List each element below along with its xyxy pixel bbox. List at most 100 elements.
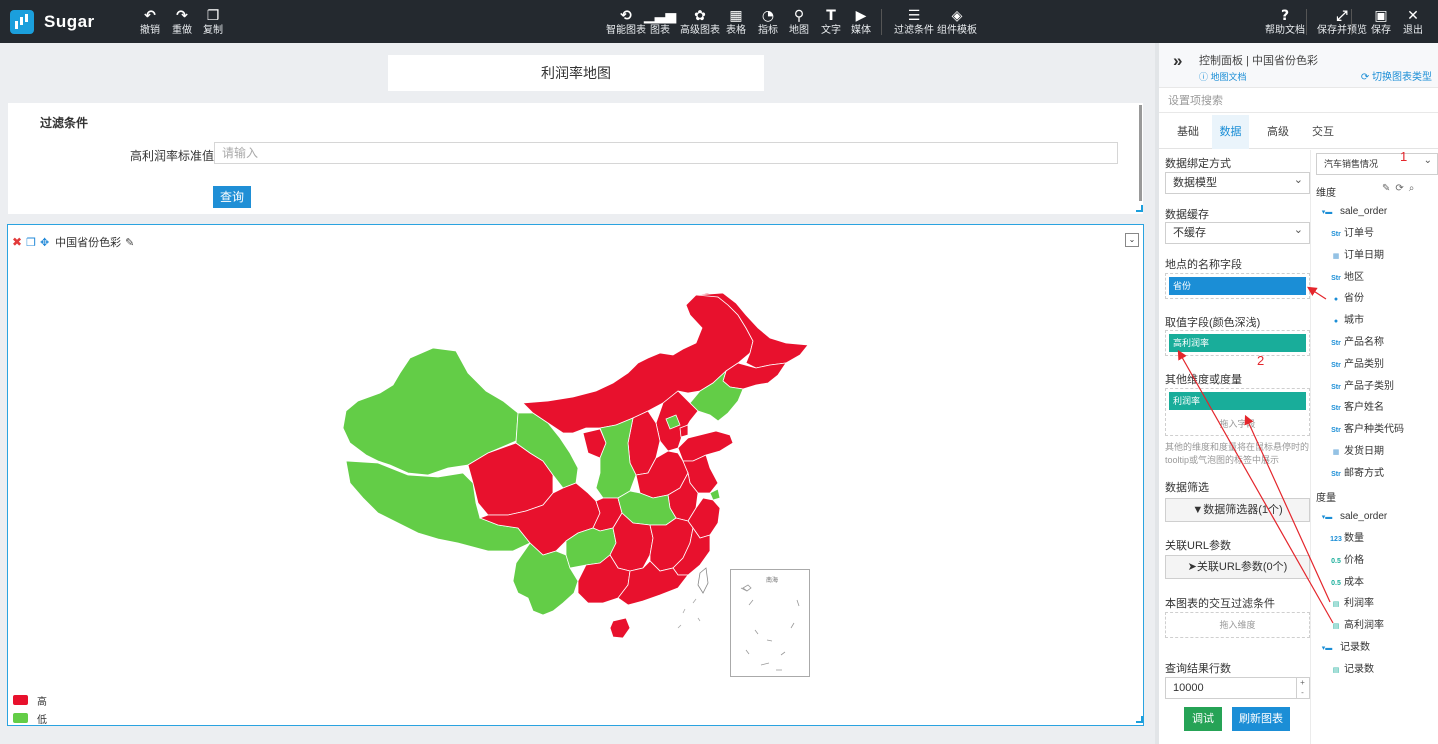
measure-field[interactable]: ▤ 利润率 <box>1330 596 1374 612</box>
switch-chart-type-link[interactable]: ⟳ 切换图表类型 <box>1361 68 1432 83</box>
count-group[interactable]: ▾▬ 记录数 <box>1316 640 1370 656</box>
other-field-hint: 其他的维度和度量将在鼠标悬停时的tooltip或气泡图的标签中展示 <box>1165 442 1310 465</box>
other-field-dropzone[interactable]: 利润率 拖入字段 <box>1165 388 1310 436</box>
resize-handle-icon[interactable] <box>1136 205 1143 212</box>
dimension-field[interactable]: ● 城市 <box>1330 313 1364 329</box>
url-param-button[interactable]: ➤关联URL参数(0个) <box>1165 555 1310 579</box>
calculated-field-icon: ▤ <box>1332 667 1340 674</box>
name-field-dropzone[interactable]: 省份 <box>1165 273 1310 299</box>
filter-panel[interactable]: 过滤条件 高利润率标准值 请输入 查询 <box>8 103 1143 214</box>
template-button[interactable]: ◈ 组件模板 <box>934 7 980 37</box>
legend-item-low[interactable]: 低 <box>13 709 47 727</box>
field-name: 地区 <box>1344 271 1364 283</box>
template-icon: ◈ <box>951 8 963 24</box>
data-filter-button[interactable]: ▼数据筛选器(1个) <box>1165 498 1310 522</box>
toolbar-divider <box>1351 9 1352 35</box>
fullscreen-icon[interactable]: ✥ <box>40 236 49 249</box>
dimension-field[interactable]: ▦ 订单日期 <box>1330 248 1384 264</box>
tab-basic[interactable]: 基础 <box>1177 115 1199 149</box>
map-doc-link[interactable]: ⓘ 地图文档 <box>1199 70 1247 83</box>
chart-menu-dropdown[interactable]: ⌄ <box>1125 233 1139 247</box>
date-type-icon: ▦ <box>1332 449 1340 456</box>
dimension-field[interactable]: Str 邮寄方式 <box>1330 466 1384 482</box>
south-china-sea-inset: 南海 <box>730 569 810 677</box>
measure-field[interactable]: ▤ 高利润率 <box>1330 618 1384 634</box>
measure-field[interactable]: 123 数量 <box>1330 531 1364 547</box>
help-button[interactable]: ? 帮助文档 <box>1259 7 1311 37</box>
bar-chart-button[interactable]: ▁▃▅ 图表 <box>640 7 680 37</box>
dataset-select[interactable]: 汽车销售情况 <box>1316 151 1438 175</box>
globe-icon: ● <box>1333 318 1339 326</box>
toolbar-label: 表格 <box>726 25 746 36</box>
dimension-field[interactable]: Str 产品名称 <box>1330 335 1384 351</box>
measures-label: 度量 <box>1316 493 1336 504</box>
toolbar-label: 重做 <box>172 25 192 36</box>
send-icon: ➤ <box>1187 561 1197 573</box>
url-param-label: 关联URL参数 <box>1165 540 1232 552</box>
field-name: 利润率 <box>1344 598 1374 610</box>
field-pill-high-profit[interactable]: 高利润率 <box>1169 334 1306 352</box>
legend-item-high[interactable]: 高 <box>13 691 47 709</box>
other-field-label: 其他维度或度量 <box>1165 374 1242 386</box>
search-icon[interactable]: ⌕ <box>1409 183 1420 194</box>
settings-search-input[interactable]: 设置项搜索 <box>1159 89 1438 113</box>
field-name: 发货日期 <box>1344 446 1384 457</box>
measure-group[interactable]: ▾▬ sale_order <box>1316 509 1388 525</box>
cache-select[interactable]: 不缓存 <box>1165 220 1310 244</box>
map-chart-panel[interactable]: ✖ ❐ ✥ 中国省份色彩 ✎ ⌄ 南海 高 低 <box>7 224 1144 726</box>
globe-icon: ● <box>1333 296 1339 304</box>
field-name: 成本 <box>1344 576 1364 588</box>
island-dots <box>677 598 701 629</box>
dimension-field[interactable]: Str 地区 <box>1330 270 1364 286</box>
query-button[interactable]: 查询 <box>213 186 251 208</box>
collapse-sidebar-icon[interactable]: » <box>1173 51 1182 71</box>
debug-button[interactable]: 调试 <box>1184 707 1222 731</box>
interaction-filter-label: 本图表的交互过滤条件 <box>1165 598 1275 610</box>
close-button[interactable]: ✕ 退出 <box>1393 7 1433 37</box>
dimension-field[interactable]: Str 订单号 <box>1330 226 1374 242</box>
profit-threshold-input[interactable]: 请输入 <box>214 142 1118 164</box>
edit-icon[interactable]: ✎ <box>1382 183 1395 194</box>
dimension-field[interactable]: Str 产品子类别 <box>1330 379 1394 395</box>
dashboard-title[interactable]: 利润率地图 <box>388 55 764 91</box>
refresh-chart-button[interactable]: 刷新图表 <box>1232 707 1290 731</box>
dimension-field[interactable]: Str 客户种类代码 <box>1330 422 1404 438</box>
field-name: 产品子类别 <box>1344 380 1394 392</box>
field-name: 客户种类代码 <box>1344 424 1404 436</box>
interaction-dropzone[interactable]: 拖入维度 <box>1165 612 1310 638</box>
dimension-field[interactable]: Str 产品类别 <box>1330 357 1384 373</box>
tab-advanced[interactable]: 高级 <box>1267 115 1289 149</box>
field-pill-province[interactable]: 省份 <box>1169 277 1306 295</box>
filter-scrollbar[interactable] <box>1139 105 1142 201</box>
field-name: 价格 <box>1344 554 1364 566</box>
dimension-field[interactable]: ● 省份 <box>1330 291 1364 307</box>
measure-field[interactable]: 0.5 价格 <box>1330 553 1364 569</box>
filter-list-button[interactable]: ☰ 过滤条件 <box>891 7 937 37</box>
toolbar-divider <box>1306 9 1307 35</box>
value-field-dropzone[interactable]: 高利润率 <box>1165 330 1310 356</box>
app-logo[interactable]: Sugar <box>10 10 95 34</box>
dimension-group[interactable]: ▾▬ sale_order <box>1316 204 1388 220</box>
binding-select[interactable]: 数据模型 <box>1165 170 1310 194</box>
delete-icon[interactable]: ✖ <box>12 235 22 249</box>
count-field[interactable]: ▤ 记录数 <box>1330 662 1374 678</box>
dimension-field[interactable]: ▦ 发货日期 <box>1330 444 1384 460</box>
dimension-field[interactable]: Str 客户姓名 <box>1330 400 1384 416</box>
duplicate-icon[interactable]: ❐ <box>26 236 36 249</box>
media-button[interactable]: ▶ 媒体 <box>841 7 881 37</box>
tab-data[interactable]: 数据 <box>1212 115 1249 149</box>
filter-label: 高利润率标准值 <box>130 149 215 163</box>
refresh-icon[interactable]: ⟳ <box>1395 183 1408 194</box>
calculated-field-icon: ▤ <box>1332 623 1340 631</box>
resize-handle-icon[interactable] <box>1136 716 1143 723</box>
copy-button[interactable]: ❐ 复制 <box>193 7 233 37</box>
field-pill-profit-rate[interactable]: 利润率 <box>1169 392 1306 410</box>
field-name: 产品类别 <box>1344 358 1384 370</box>
rows-input[interactable]: 10000 <box>1165 677 1297 699</box>
measure-field[interactable]: 0.5 成本 <box>1330 575 1364 591</box>
string-type-icon: Str <box>1331 383 1341 391</box>
rows-stepper[interactable]: + - <box>1296 677 1310 699</box>
toolbar-label: 帮助文档 <box>1265 25 1305 36</box>
tab-interaction[interactable]: 交互 <box>1312 115 1334 149</box>
edit-pencil-icon[interactable]: ✎ <box>125 236 134 249</box>
